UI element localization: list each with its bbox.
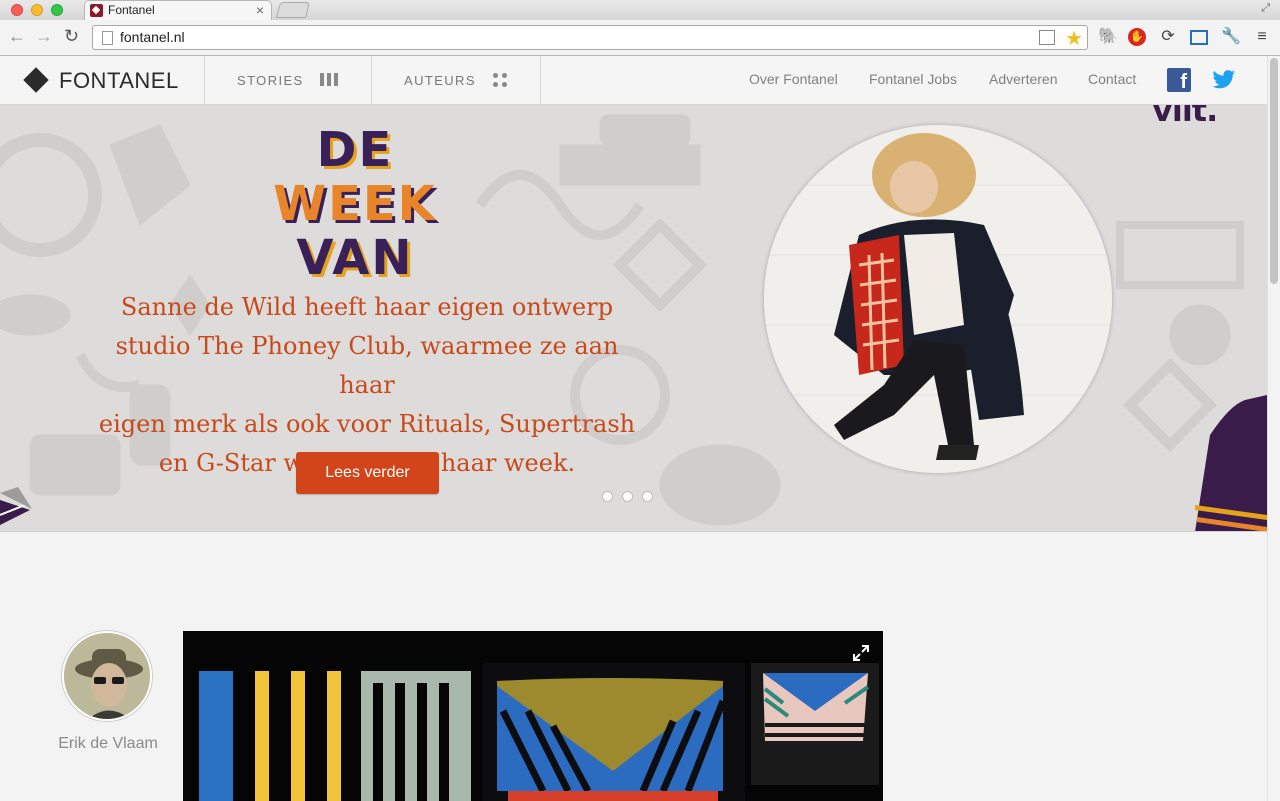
diamond-logo-icon (23, 67, 49, 93)
story-feed: Erik de Vlaam (0, 532, 1267, 801)
title-line: VAN (296, 230, 414, 286)
screenshot-extension-icon[interactable] (1190, 30, 1208, 45)
divider (371, 56, 372, 105)
reader-mode-icon[interactable] (1039, 30, 1055, 45)
sync-extension-icon[interactable]: ⟳ (1159, 28, 1177, 46)
address-bar[interactable]: fontanel.nl ★ (92, 25, 1088, 50)
expand-icon[interactable] (853, 645, 869, 661)
link-over-fontanel[interactable]: Over Fontanel (749, 71, 838, 87)
tab-close-icon[interactable]: × (256, 2, 264, 18)
page-icon (102, 31, 113, 45)
hero-text-line: studio The Phoney Club, waarmee ze aan h… (115, 332, 619, 399)
new-tab-button[interactable] (276, 2, 310, 18)
hero-text-line: Sanne de Wild heeft haar eigen ontwerp (120, 293, 614, 321)
zoom-window-button[interactable] (51, 4, 63, 16)
slide-dot[interactable] (602, 491, 613, 502)
adblock-extension-icon[interactable]: ✋ (1128, 28, 1146, 46)
site-header: FONTANEL STORIES AUTEURS Over Fontanel F… (0, 56, 1267, 105)
hero-text-line: eigen merk als ook voor Rituals, Supertr… (98, 410, 636, 438)
author-portrait (64, 633, 150, 719)
link-contact[interactable]: Contact (1088, 71, 1136, 87)
url-text[interactable]: fontanel.nl (120, 29, 185, 45)
divider (204, 56, 205, 105)
author-name[interactable]: Erik de Vlaam (58, 734, 158, 754)
logo-text: FONTANEL (59, 68, 179, 93)
divider (540, 56, 541, 105)
bookmark-star-icon[interactable]: ★ (1065, 26, 1083, 51)
de-week-van-title: DE WEEK VAN (240, 123, 470, 285)
browser-tab[interactable]: Fontanel × (84, 0, 272, 20)
link-adverteren[interactable]: Adverteren (989, 71, 1057, 87)
author-avatar[interactable] (62, 631, 152, 721)
pillows-photo (183, 631, 883, 801)
fullscreen-icon[interactable]: ⤢ (1261, 2, 1270, 15)
tab-title: Fontanel (108, 3, 155, 17)
facebook-icon[interactable]: f (1167, 68, 1191, 92)
minimize-window-button[interactable] (31, 4, 43, 16)
browser-toolbar: ← → ↻ fontanel.nl ★ 🐘 ✋ ⟳ 🔧 ≡ (0, 20, 1280, 56)
fontanel-favicon-icon (90, 4, 103, 17)
forward-icon[interactable]: → (35, 26, 53, 47)
title-line: DE (316, 122, 394, 178)
bars-icon[interactable] (320, 73, 338, 86)
hero-slider: vilt. DE WEEK VAN Sanne de Wild heeft ha… (0, 105, 1267, 532)
slide-dot[interactable] (642, 491, 653, 502)
title-line: WEEK (273, 176, 437, 232)
wrench-icon[interactable]: 🔧 (1221, 28, 1241, 46)
reload-icon[interactable]: ↻ (64, 26, 79, 47)
hero-photo (764, 125, 1112, 473)
slide-dot[interactable] (622, 491, 633, 502)
nav-auteurs[interactable]: AUTEURS (404, 73, 476, 88)
scroll-thumb[interactable] (1270, 58, 1278, 284)
page-scrollbar[interactable] (1267, 56, 1280, 801)
evernote-extension-icon[interactable]: 🐘 (1098, 28, 1118, 46)
nav-stories[interactable]: STORIES (237, 73, 304, 88)
woman-photo-illustration (764, 125, 1112, 473)
browser-titlebar: Fontanel × ⤢ (0, 0, 1280, 20)
menu-icon[interactable]: ≡ (1253, 28, 1271, 46)
corner-brand-logo: vilt. (1152, 105, 1218, 129)
grid-dots-icon[interactable] (493, 73, 507, 87)
close-window-button[interactable] (11, 4, 23, 16)
twitter-icon[interactable] (1212, 69, 1236, 91)
story-image[interactable] (183, 631, 883, 801)
back-icon[interactable]: ← (8, 26, 26, 47)
lees-verder-button[interactable]: Lees verder (296, 452, 439, 494)
link-fontanel-jobs[interactable]: Fontanel Jobs (869, 71, 957, 87)
